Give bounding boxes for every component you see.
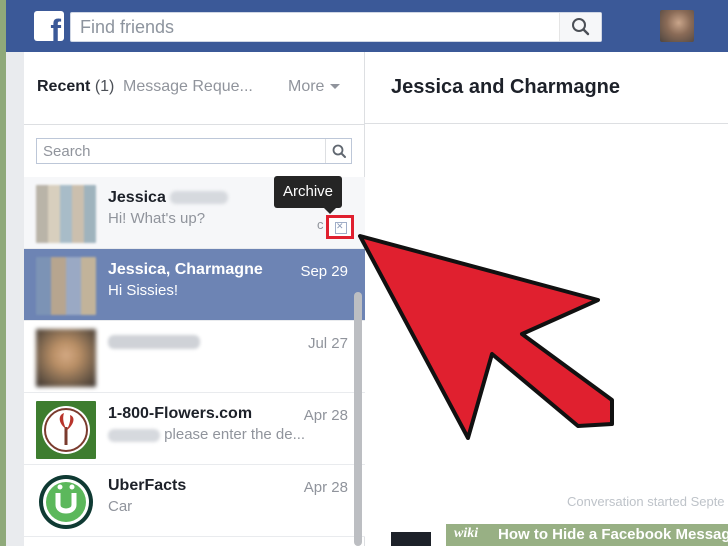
conversation-avatar <box>36 185 96 243</box>
conversation-avatar <box>36 473 96 531</box>
tab-recent-count: (1) <box>94 78 115 95</box>
redacted-text <box>108 428 160 442</box>
conversation-row-redacted[interactable]: Jul 27 <box>24 321 365 393</box>
conversation-avatar <box>36 257 96 315</box>
conversation-row-jessica-charmagne[interactable]: Jessica, Charmagne Hi Sissies! Sep 29 <box>24 249 365 321</box>
facebook-logo[interactable]: f <box>34 11 64 41</box>
conversation-search-button[interactable] <box>325 139 351 163</box>
inbox-tabs: Recent (1) Message Reque... More <box>24 52 365 124</box>
conversation-snippet: please enter the de... <box>108 426 305 443</box>
tab-more[interactable]: More <box>288 78 341 96</box>
conversation-name <box>108 333 200 351</box>
divider <box>24 124 365 125</box>
conversation-row-uberfacts[interactable]: UberFacts Car Apr 28 <box>24 465 365 537</box>
conversation-date: Apr 28 <box>303 479 348 496</box>
flowers-logo-icon <box>42 406 90 454</box>
conversation-date: Sep 29 <box>300 263 348 280</box>
redacted-surname <box>170 191 229 205</box>
conversation-name-text: Jessica <box>108 189 166 206</box>
conversation-started-label: Conversation started Septe <box>567 494 725 509</box>
wikihow-watermark: wiki How to Hide a Facebook Message <box>446 524 728 546</box>
wikihow-logo: wiki <box>454 526 479 541</box>
conversation-snippet-text: please enter the de... <box>164 426 306 443</box>
read-indicator: c <box>317 217 324 232</box>
search-button[interactable] <box>559 13 601 41</box>
tab-more-label: More <box>288 78 325 95</box>
profile-avatar[interactable] <box>660 10 694 42</box>
search-icon <box>332 144 346 158</box>
conversation-snippet: Hi! What's up? <box>108 210 206 227</box>
conversation-name: UberFacts <box>108 477 187 494</box>
conversation-snippet: Car <box>108 498 133 515</box>
archive-tooltip: Archive <box>274 176 343 214</box>
uberfacts-logo-icon <box>39 475 93 529</box>
scrollbar[interactable] <box>354 292 362 546</box>
find-friends-search <box>70 12 602 42</box>
top-bar: f <box>6 0 728 52</box>
conversation-avatar <box>36 401 96 459</box>
message-fragment <box>391 532 431 546</box>
screenshot-frame: f Recent (1) Message Reque... More <box>6 0 728 546</box>
conversation-date: Jul 27 <box>307 335 348 352</box>
conversation-title: Jessica and Charmagne <box>391 76 620 98</box>
conversation-pane: Jessica and Charmagne Conversation start… <box>365 52 728 546</box>
facebook-logo-letter: f <box>50 13 61 41</box>
find-friends-input[interactable] <box>71 13 559 41</box>
tab-recent[interactable]: Recent (1) <box>37 78 114 96</box>
chevron-down-icon <box>330 84 341 90</box>
conversation-name: Jessica <box>108 189 229 207</box>
conversation-row-1-800-flowers[interactable]: 1-800-Flowers.com please enter the de...… <box>24 393 365 465</box>
tab-recent-label: Recent <box>37 78 91 95</box>
conversation-search <box>36 138 352 164</box>
conversation-avatar <box>36 329 96 387</box>
tab-message-requests[interactable]: Message Reque... <box>123 78 253 96</box>
redacted-name <box>108 334 200 349</box>
conversation-date: Apr 28 <box>303 407 348 424</box>
conversation-name: Jessica, Charmagne <box>108 261 263 278</box>
conversation-header: Jessica and Charmagne <box>365 52 728 124</box>
conversation-snippet: Hi Sissies! <box>108 282 179 299</box>
watermark-text: How to Hide a Facebook Message <box>498 526 728 543</box>
inbox-pane: Recent (1) Message Reque... More Jessica… <box>24 52 365 546</box>
archive-button[interactable] <box>326 215 354 239</box>
conversation-name: 1-800-Flowers.com <box>108 405 253 422</box>
conversation-search-input[interactable] <box>37 139 325 163</box>
search-icon <box>572 18 590 36</box>
